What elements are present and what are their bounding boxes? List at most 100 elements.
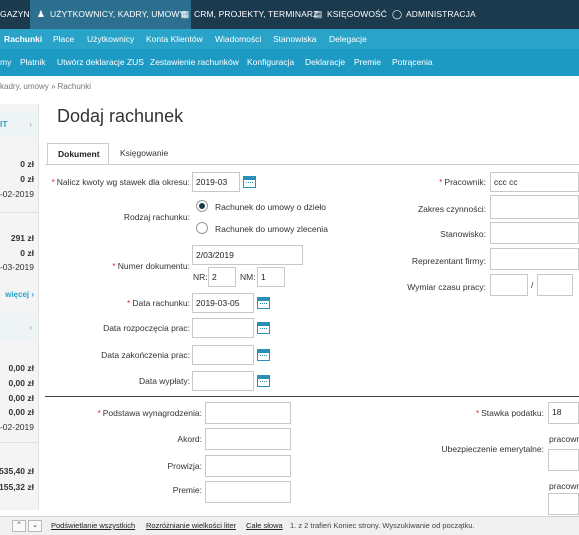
top-nav-item-ksiegowosc[interactable]: ▤ KSIĘGOWOŚĆ [313,0,387,29]
tab-ksiegowanie[interactable]: Księgowanie [110,143,178,165]
chevron-right-icon[interactable]: › [29,119,32,129]
calendar-icon[interactable] [257,322,270,334]
left-panel-value: 0,00 zł [8,363,34,373]
radio-umowa-o-dzielo-label[interactable]: Rachunek do umowy o dzieło [215,202,326,212]
representative-input[interactable] [490,248,579,270]
sub-nav-stanowiska[interactable]: Stanowiska [273,29,316,49]
sub-nav-uzytkownicy[interactable]: Użytkownicy [87,29,134,49]
data-rozpoczecia-label: Data rozpoczęcia prac: [103,323,190,333]
reprezentant-label: Reprezentant firmy: [411,256,486,266]
nr-label: NR: [193,272,208,282]
commission-input[interactable] [205,455,291,477]
wymiar-label: Wymiar czasu pracy: [407,282,486,292]
nm-input[interactable]: 1 [257,267,285,287]
sub-nav2-platnik[interactable]: Płatnik [20,49,46,76]
nm-label: NM: [240,272,256,282]
sub-nav2-deklaracje[interactable]: Deklaracje [305,49,345,76]
section-divider [45,396,579,397]
nalicz-label: * Nalicz kwoty wg stawek dla okresu: [51,177,190,187]
find-status: 1. z 2 trafień Koniec strony. Wyszukiwan… [290,521,475,530]
working-time-numerator-input[interactable] [490,274,528,296]
zakres-label: Zakres czynności: [417,204,486,214]
left-panel-date: -03-2019 [0,262,34,272]
end-date-input[interactable] [192,345,254,365]
tab-divider [45,164,579,165]
left-panel-divider [0,212,38,213]
data-rachunku-label: * Data rachunku: [127,298,190,308]
radio-umowa-o-dzielo[interactable] [196,200,208,212]
payment-date-input[interactable] [192,371,254,391]
numer-label: * Numer dokumentu: [112,261,190,271]
employee-input[interactable]: ccc cc [490,172,579,192]
akord-label: Akord: [177,434,202,444]
next-insurance-input[interactable] [548,493,579,515]
nalicz-period-input[interactable]: 2019-03 [192,172,240,192]
left-panel-value: 0 zł [20,248,34,258]
bonus-input[interactable] [205,481,291,503]
calendar-icon[interactable] [257,297,270,309]
left-panel-value: 0 zł [20,174,34,184]
match-case-toggle[interactable]: Rozróżnianie wielkości liter [146,517,236,535]
calendar-icon[interactable] [243,176,256,188]
premie-label: Premie: [172,485,202,495]
highlight-all-toggle[interactable]: Podświetlanie wszystkich [51,517,135,535]
find-next-button[interactable]: ⌄ [28,520,42,532]
scope-input[interactable] [490,195,579,219]
pracownik-label: * Pracownik: [439,177,486,187]
tab-dokument[interactable]: Dokument [47,143,109,165]
pension-insurance-input[interactable] [548,449,579,471]
stawka-label: * Stawka podatku: [475,408,544,418]
users-icon: ♟ [36,9,46,19]
start-date-input[interactable] [192,318,254,338]
module-navigation-bar: Rachunki Płace Użytkownicy Konta Klientó… [0,29,579,49]
sub-nav-delegacje[interactable]: Delegacje [329,29,367,49]
find-bar: ⌃ ⌄ Podświetlanie wszystkich Rozróżniani… [0,516,579,535]
working-time-denominator-input[interactable] [537,274,573,296]
sub-nav-place[interactable]: Płace [53,29,74,49]
sub-nav2-konfiguracja[interactable]: Konfiguracja [247,49,294,76]
pracownik-column-label: pracown [549,481,579,491]
shield-icon: ◯ [392,9,403,19]
chevron-right-icon[interactable]: › [29,322,32,332]
top-nav-item-magazyn[interactable]: GAZYN [0,0,30,29]
invoice-date-input[interactable]: 2019-03-05 [192,293,254,313]
more-link[interactable]: więcej › [5,290,34,299]
left-panel-divider [0,442,38,443]
calendar-icon[interactable] [257,349,270,361]
calendar-icon[interactable] [257,375,270,387]
sub-nav2-zestawienie-rachunkow[interactable]: Zestawienie rachunków [150,49,239,76]
stanowisko-label: Stanowisko: [440,229,486,239]
base-salary-input[interactable] [205,402,291,424]
sub-nav2-item-0[interactable]: my [0,49,11,76]
top-nav-item-administracja[interactable]: ◯ ADMINISTRACJA [392,0,476,29]
left-panel-value: 535,40 zł [0,466,34,476]
radio-umowa-zlecenia[interactable] [196,222,208,234]
left-panel-date: -02-2019 [0,422,34,432]
radio-umowa-zlecenia-label[interactable]: Rachunek do umowy zlecenia [215,224,328,234]
piecework-input[interactable] [205,428,291,450]
data-wyplaty-label: Data wypłaty: [138,376,190,386]
sub-nav2-premie[interactable]: Premie [354,49,381,76]
top-nav-item-users[interactable]: ♟ UŻYTKOWNICY, KADRY, UMOWY [30,0,192,29]
data-zakonczenia-label: Data zakończenia prac: [101,350,190,360]
left-panel-section-header[interactable] [0,314,38,340]
breadcrumb[interactable]: kadry, umowy » Rachunki [0,82,91,91]
sub-nav-rachunki[interactable]: Rachunki [4,29,42,49]
position-input[interactable] [490,222,579,244]
sub-nav-wiadomosci[interactable]: Wiadomości [215,29,261,49]
left-summary-panel: IT › 0 zł 0 zł -02-2019 291 zł 0 zł -03-… [0,104,39,510]
whole-words-toggle[interactable]: Całe słowa [246,517,283,535]
sub-nav2-potracenia[interactable]: Potrącenia [392,49,433,76]
left-panel-value: 0 zł [20,159,34,169]
document-number-input[interactable]: 2/03/2019 [192,245,303,265]
nr-input[interactable]: 2 [208,267,236,287]
find-previous-button[interactable]: ⌃ [12,520,26,532]
book-icon: ▤ [313,9,323,19]
top-nav-item-crm[interactable]: ▦ CRM, PROJEKTY, TERMINARZ [180,0,319,29]
rodzaj-label: Rodzaj rachunku: [123,212,190,222]
sub-nav2-utworz-deklaracje-zus[interactable]: Utwórz deklaracje ZUS [57,49,144,76]
emerytalne-label: Ubezpieczenie emerytalne: [441,444,544,454]
sub-nav-konta-klientow[interactable]: Konta Klientów [146,29,203,49]
left-panel-value: 155,32 zł [0,482,34,492]
tax-rate-input[interactable]: 18 [548,402,579,424]
